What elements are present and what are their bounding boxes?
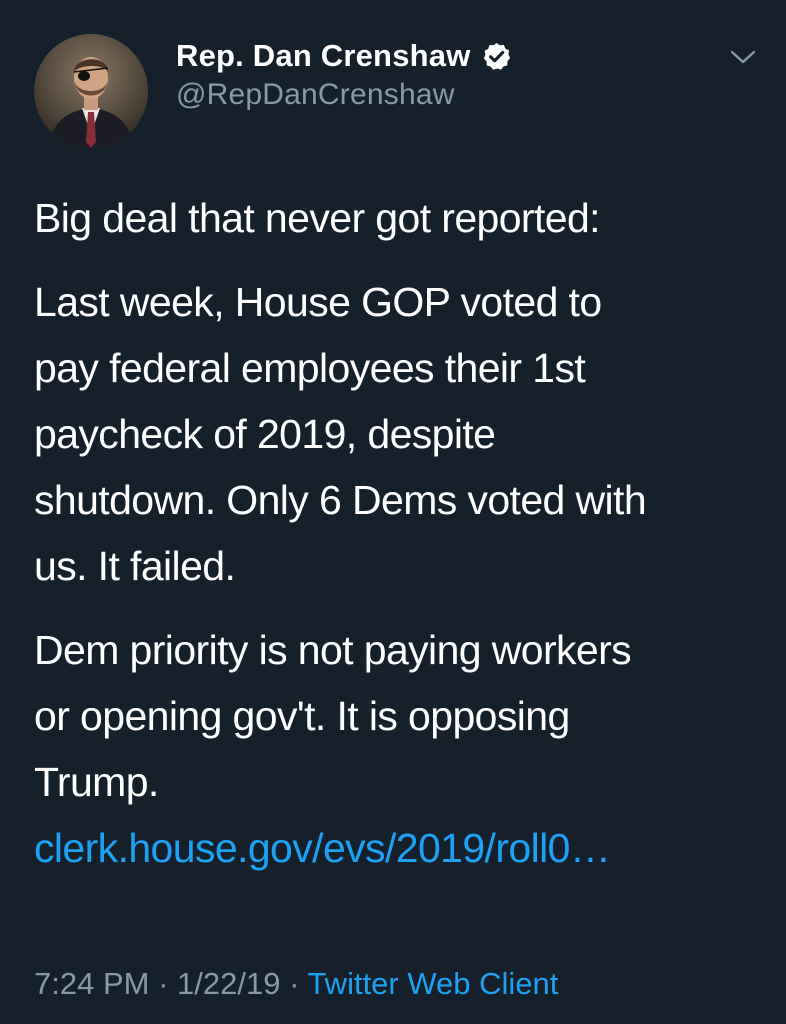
- tweet-text: Big deal that never got reported: Last w…: [34, 185, 764, 881]
- tweet-detail: Rep. Dan Crenshaw @RepDanCrenshaw Big de…: [0, 0, 786, 1024]
- tweet-line: Trump.: [34, 759, 159, 805]
- author-display-name[interactable]: Rep. Dan Crenshaw: [176, 38, 471, 74]
- tweet-paragraph-1: Big deal that never got reported:: [34, 195, 601, 241]
- tweet-line: shutdown. Only 6 Dems voted with: [34, 477, 647, 523]
- tweet-line: us. It failed.: [34, 543, 236, 589]
- chevron-down-icon[interactable]: [729, 47, 757, 67]
- meta-separator: ·: [280, 966, 308, 1001]
- tweet-date[interactable]: 1/22/19: [177, 966, 280, 1001]
- avatar[interactable]: [34, 34, 148, 148]
- tweet-line: Dem priority is not paying workers: [34, 627, 632, 673]
- tweet-meta: 7:24 PM · 1/22/19 · Twitter Web Client: [34, 966, 558, 1002]
- tweet-time[interactable]: 7:24 PM: [34, 966, 149, 1001]
- tweet-line: Last week, House GOP voted to: [34, 279, 602, 325]
- tweet-line: pay federal employees their 1st: [34, 345, 586, 391]
- author-handle[interactable]: @RepDanCrenshaw: [176, 78, 455, 112]
- tweet-source-client[interactable]: Twitter Web Client: [307, 966, 558, 1001]
- tweet-link[interactable]: clerk.house.gov/evs/2019/roll0…: [34, 825, 611, 871]
- avatar-photo: [34, 34, 148, 148]
- author-name-row: Rep. Dan Crenshaw: [176, 34, 512, 78]
- meta-separator: ·: [149, 966, 178, 1001]
- tweet-line: paycheck of 2019, despite: [34, 411, 496, 457]
- verified-badge-icon: [481, 41, 512, 72]
- tweet-line: or opening gov't. It is opposing: [34, 693, 570, 739]
